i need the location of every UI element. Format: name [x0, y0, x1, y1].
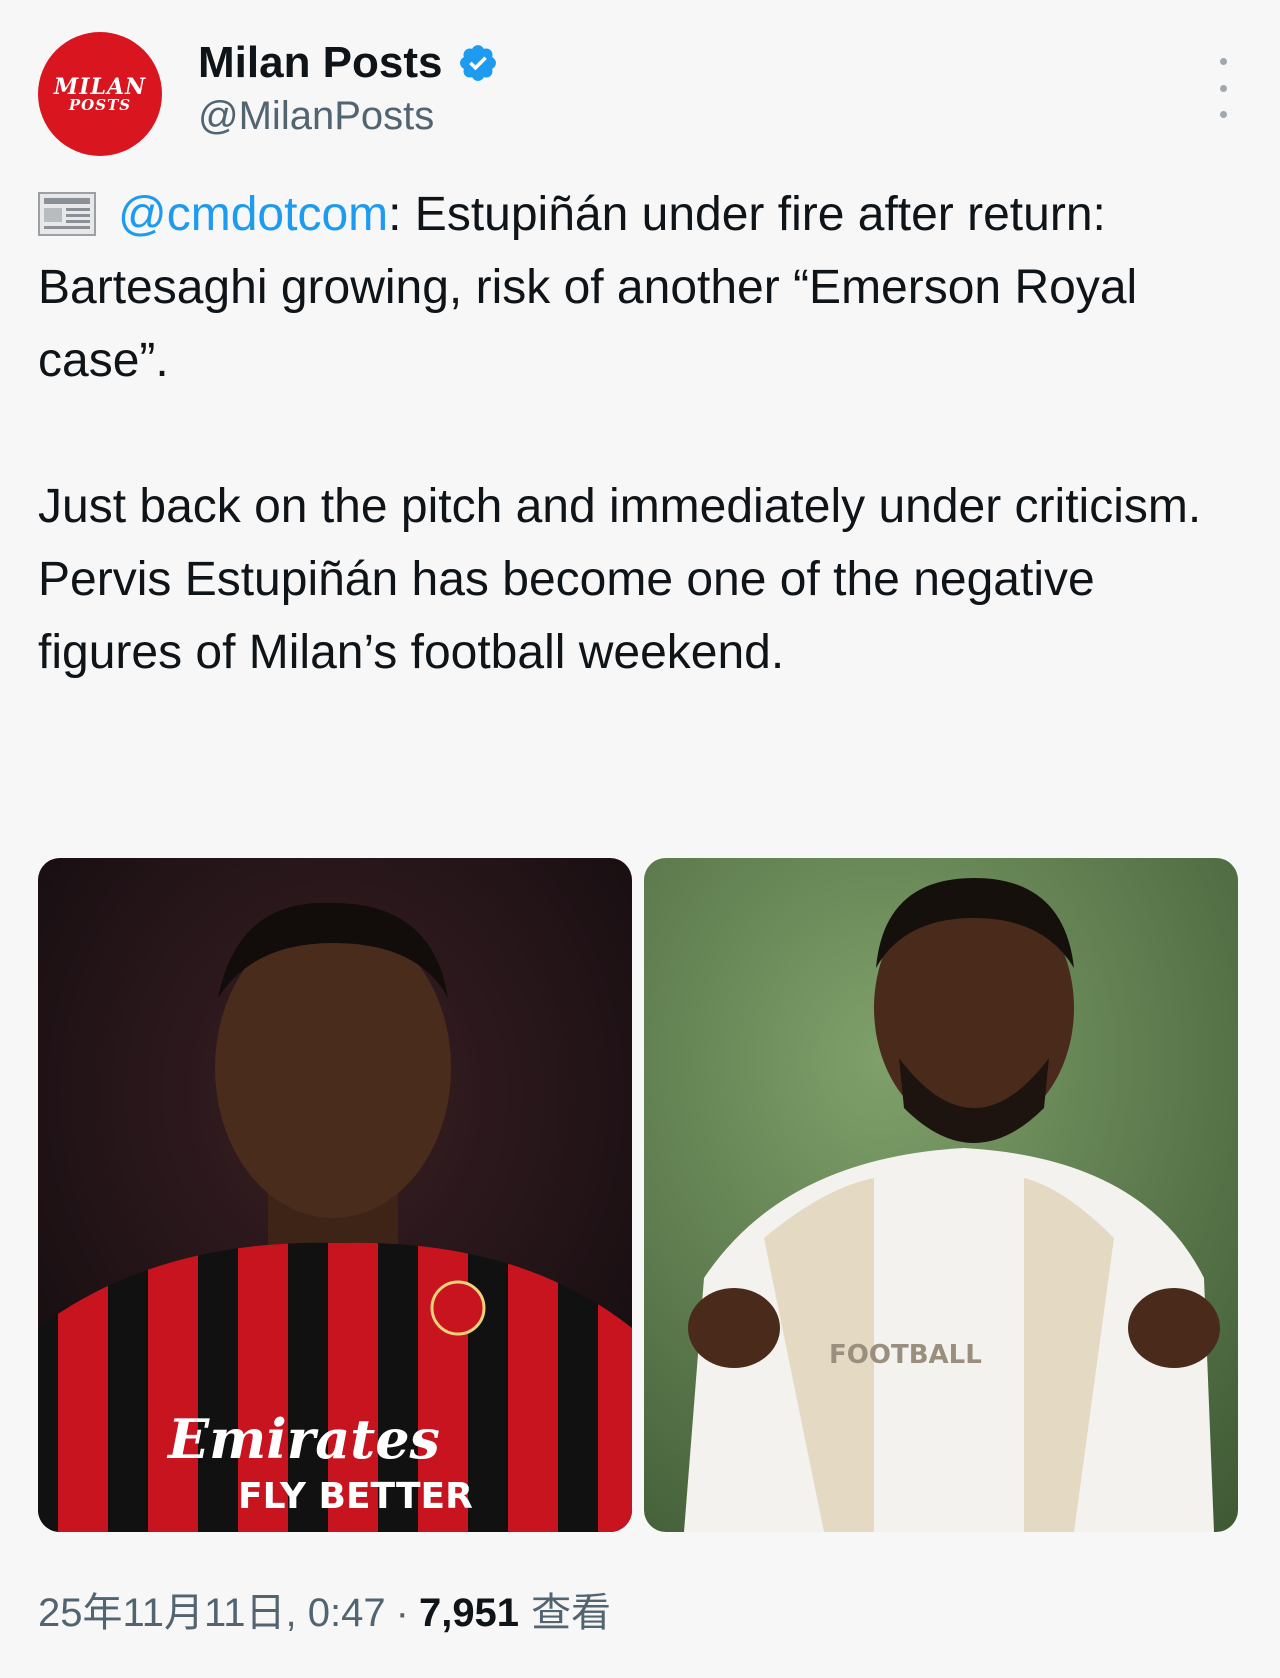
views-label: 查看	[531, 1591, 612, 1635]
views-count: 7,951	[418, 1591, 520, 1635]
photo-right-image: FOOTBALL	[644, 858, 1238, 1532]
author-handle[interactable]: @MilanPosts	[198, 94, 499, 139]
avatar[interactable]: MILAN POSTS	[38, 32, 162, 156]
photo-left-image: Emirates FLY BETTER	[38, 858, 632, 1532]
photo-right[interactable]: FOOTBALL	[644, 858, 1238, 1532]
tweet-text: @cmdotcom: Estupiñán under fire after re…	[38, 178, 1238, 689]
photo-left[interactable]: Emirates FLY BETTER	[38, 858, 632, 1532]
newspaper-icon	[38, 192, 96, 236]
avatar-line1: MILAN	[53, 73, 147, 100]
shirt-sponsor-text: Emirates	[166, 1407, 440, 1471]
tweet-paragraph-1: @cmdotcom: Estupiñán under fire after re…	[38, 178, 1238, 397]
author-display-name[interactable]: Milan Posts	[198, 38, 443, 88]
tweet-timestamp[interactable]: 25年11月11日, 0:47	[38, 1580, 386, 1638]
tweet-paragraph-2: Just back on the pitch and immediately u…	[38, 480, 1202, 679]
meta-separator: ·	[395, 1591, 409, 1635]
tweet-header: MILAN POSTS Milan Posts @MilanPosts	[38, 30, 1238, 160]
author-info: Milan Posts @MilanPosts	[198, 38, 499, 139]
tweet-meta: 25年11月11日, 0:47 · 7,951 查看	[38, 1580, 611, 1638]
more-options-icon[interactable]	[1208, 58, 1238, 118]
mention-link[interactable]: @cmdotcom	[118, 188, 388, 241]
avatar-line2: POSTS	[68, 95, 132, 114]
shirt-football-text: FOOTBALL	[829, 1340, 982, 1370]
media-grid: Emirates FLY BETTER FOOTBALL	[38, 858, 1238, 1532]
verified-badge-icon	[459, 45, 496, 81]
shirt-sponsor-subtext: FLY BETTER	[238, 1476, 473, 1517]
